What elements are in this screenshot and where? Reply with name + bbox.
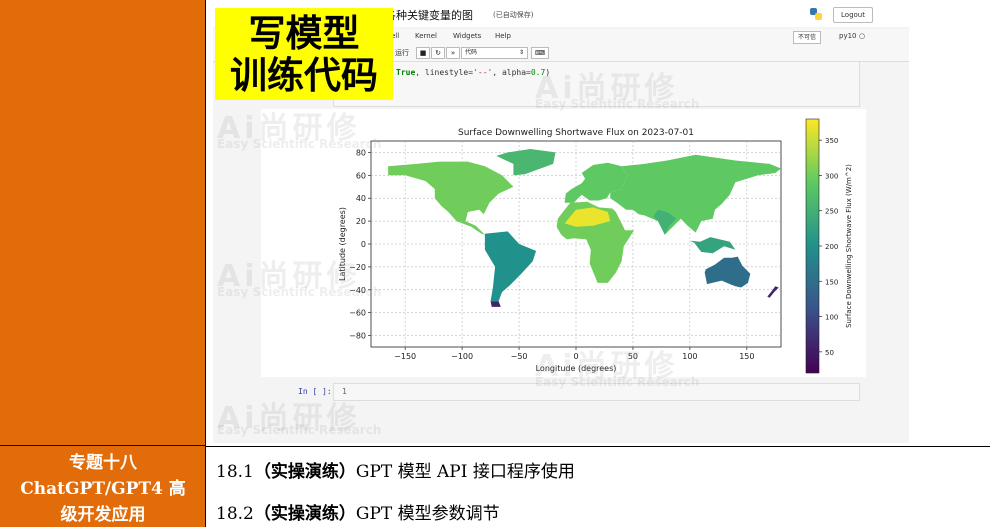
colorbar-label: Surface Downwelling Shortwave Flux (W/m^… [845,164,853,328]
code-segment: ) [545,68,551,77]
topic-line-1: 专题十八 [69,453,137,473]
topic-line-2: ChatGPT/GPT4 高 [20,479,186,499]
y-tick-label: 20 [356,217,366,226]
code-segment: , linestyle= [415,68,474,77]
cell-type-value: 代码 [465,49,478,56]
left-top-cell [0,0,206,446]
colorbar-ticks: 350 300 250 200 150 100 50 [819,137,838,357]
lesson-tag: （实操演练） [253,462,356,482]
colorbar-tick-label: 100 [825,314,838,322]
y-axis-label: Latitude (degrees) [338,207,347,281]
chart-svg: Surface Downwelling Shortwave Flux on 20… [338,118,853,374]
logout-button[interactable]: Logout [833,7,873,23]
topic-line-3: 级开发应用 [60,505,146,525]
chevron-down-icon: ⇕ [518,49,524,56]
y-tick-label: 80 [356,148,366,157]
x-tick-label: 100 [682,352,697,361]
chart-title: Surface Downwelling Shortwave Flux on 20… [458,128,694,138]
code-cell[interactable]: True, linestyle='--', alpha=0.7) [333,61,860,107]
colorbar-tick-label: 200 [825,243,838,251]
line-number: 1 [342,387,347,396]
notebook-title[interactable]: 各种关键变量的图 [385,7,473,23]
lesson-item: 18.2（实操演练）GPT 模型参数调节 [216,499,500,524]
menu-widgets[interactable]: Widgets [453,32,481,40]
x-tick-label: 50 [628,352,638,361]
topic-cell: 专题十八 ChatGPT/GPT4 高 级开发应用 [0,446,206,527]
python-logo-icon [810,8,822,20]
run-label[interactable]: 运行 [395,48,409,58]
code-string: '--' [473,68,493,77]
y-tick-label: −60 [349,309,366,318]
x-tick-label: −150 [394,352,416,361]
code-number: 0.7 [530,68,546,77]
y-tick-label: 40 [356,194,366,203]
notebook-screenshot: 各种关键变量的图 (已自动保存) Logout ell Kernel Widge… [213,3,909,443]
menu-kernel[interactable]: Kernel [415,32,437,40]
code-keyword: True [396,68,416,77]
y-tick-label: −40 [349,286,366,295]
x-axis-label: Longitude (degrees) [536,364,617,373]
colorbar-tick-label: 350 [825,137,838,145]
lesson-tag: （实操演练） [253,504,356,524]
empty-input-cell[interactable]: In [ ]: 1 [298,383,860,401]
colorbar-tick-label: 50 [825,349,834,357]
lesson-number: 18.2 [216,504,254,524]
lesson-number: 18.1 [216,462,254,482]
colorbar [805,118,820,374]
colorbar-tick-label: 250 [825,208,838,216]
cell-type-select[interactable]: 代码 ⇕ [461,47,528,59]
banner-line-1: 写模型 [248,12,360,55]
topic-title: 专题十八 ChatGPT/GPT4 高 级开发应用 [0,450,206,528]
trusted-badge[interactable]: 不可信 [793,31,821,44]
lessons-cell: 18.1（实操演练）GPT 模型 API 接口程序使用 18.2（实操演练）GP… [206,446,990,527]
banner-line-2: 训练代码 [230,54,378,97]
y-tick-label: −20 [349,263,366,272]
colorbar-tick-label: 300 [825,172,838,180]
restart-icon[interactable]: ↻ [431,47,445,59]
x-tick-label: 150 [739,352,754,361]
x-tick-label: −50 [511,352,528,361]
y-tick-label: 0 [361,240,366,249]
y-tick-label: 60 [356,171,366,180]
kernel-status-icon: ○ [859,32,866,40]
x-tick-label: 0 [573,352,578,361]
y-tick-label: −80 [349,332,366,341]
code-line: True, linestyle='--', alpha=0.7) [396,68,550,77]
watermark-tagline: Easy Scientific Research [217,423,382,437]
lesson-item: 18.1（实操演练）GPT 模型 API 接口程序使用 [216,457,575,482]
keyboard-icon[interactable]: ⌨ [531,47,549,59]
input-prompt: In [ ]: [298,387,332,396]
autosave-status: (已自动保存) [493,11,534,19]
plot-output: Surface Downwelling Shortwave Flux on 20… [261,109,866,377]
fast-forward-icon[interactable]: » [446,47,460,59]
kernel-name: py10 [839,32,857,40]
colorbar-tick-label: 150 [825,278,838,286]
stop-icon[interactable]: ■ [416,47,430,59]
x-tick-label: −100 [451,352,473,361]
code-segment: , alpha= [492,68,531,77]
banner: 写模型 训练代码 [215,8,393,100]
lesson-text: GPT 模型 API 接口程序使用 [355,462,575,482]
menu-help[interactable]: Help [495,32,511,40]
lesson-text: GPT 模型参数调节 [355,504,500,524]
